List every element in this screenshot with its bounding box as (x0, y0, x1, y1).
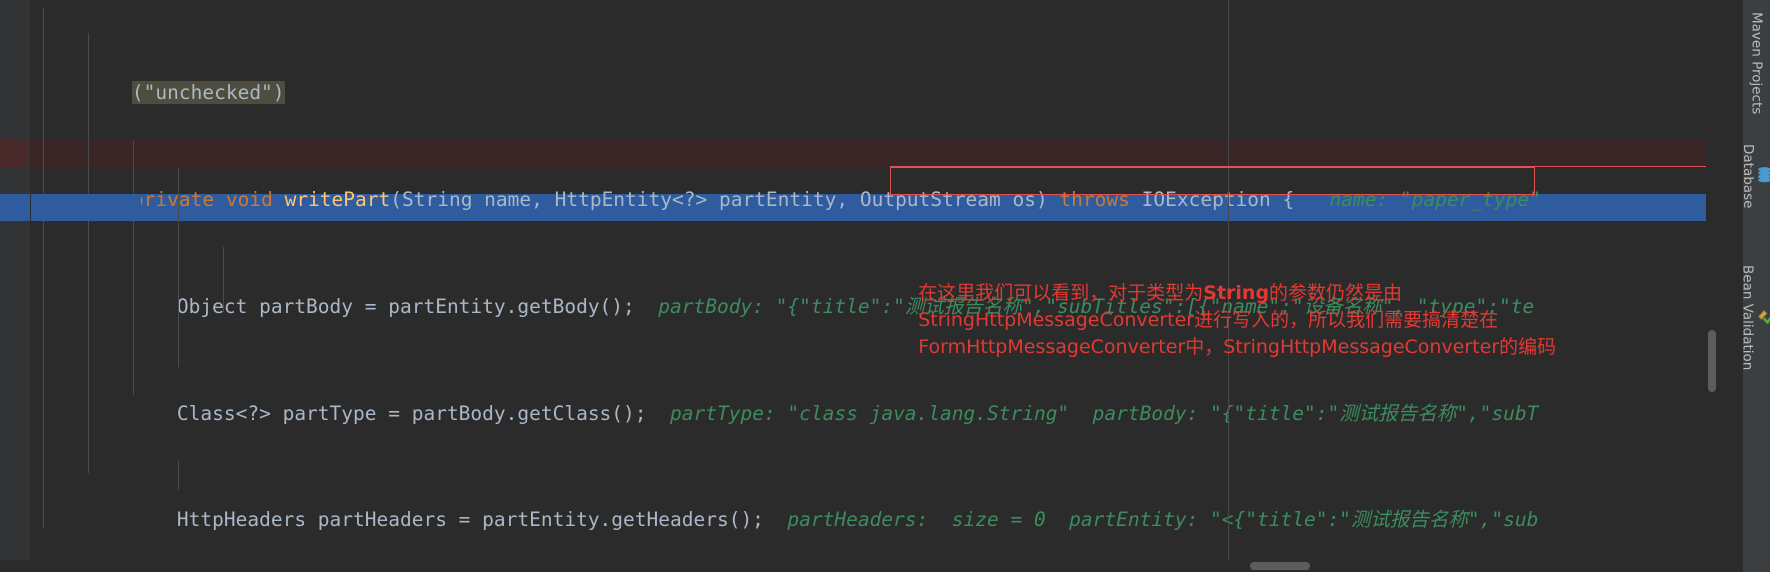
bean-validation-icon (1756, 306, 1770, 324)
indent-guide-6 (178, 460, 179, 490)
editor-gutter[interactable] (0, 0, 30, 572)
indent-guide-2 (88, 33, 89, 473)
tool-window-label: Bean Validation (1739, 264, 1756, 371)
code-token: HttpHeaders partHeaders = partEntity.get… (176, 508, 764, 532)
code-token: IOException { (1129, 187, 1295, 211)
annotation-text-3b: 中， (1185, 335, 1224, 358)
indent-guide-3 (133, 140, 134, 395)
code-editor[interactable]: ("unchecked") private void writePart(Str… (0, 0, 1718, 572)
tool-window-maven-projects[interactable]: Maven Projects (1749, 4, 1765, 114)
idea-window: ("unchecked") private void writePart(Str… (0, 0, 1770, 572)
editor-horizontal-scrollbar[interactable] (0, 560, 1718, 572)
code-token: writePart (284, 187, 391, 211)
database-icon (1756, 166, 1770, 183)
gutter-execution-band (0, 194, 30, 221)
annotation-text-3c: StringHttpMessageConverter (1223, 335, 1500, 358)
debug-inline-hint[interactable]: partType: "class java.lang.String" partB… (647, 402, 1538, 425)
gutter-execution-band-2 (31, 194, 141, 221)
tool-window-label: Database (1740, 144, 1756, 209)
editor-vertical-scrollbar[interactable] (1706, 0, 1718, 572)
scrollbar-thumb-horizontal[interactable] (1250, 562, 1310, 570)
code-token: (String name, HttpEntity<?> partEntity, … (390, 187, 1060, 211)
debug-inline-hint[interactable]: name: "paper_type" (1294, 188, 1540, 211)
code-token: void (225, 187, 273, 211)
debug-inline-hint[interactable]: partHeaders: size = 0 partEntity: "<{"ti… (764, 508, 1538, 531)
indent-guide-1 (43, 8, 44, 528)
code-line[interactable]: HttpHeaders partHeaders = partEntity.get… (0, 481, 1718, 531)
gutter-breakpoint-band (0, 140, 30, 167)
code-token: ("unchecked") (131, 81, 285, 105)
tool-window-database[interactable]: Database (1740, 136, 1770, 209)
gutter-separator (30, 0, 31, 572)
tool-window-bean-validation[interactable]: Bean Validation (1740, 257, 1770, 370)
indent-guide-5 (223, 247, 224, 312)
code-token: Class<?> partType = partBody.getClass(); (176, 401, 647, 425)
scrollbar-thumb-vertical[interactable] (1708, 330, 1716, 392)
hint-highlight-underline (890, 166, 1718, 167)
indent-guide-4 (178, 167, 179, 367)
code-line[interactable]: ("unchecked") (0, 53, 1718, 105)
annotation-text-3d: 的编码 (1499, 335, 1557, 358)
code-token: Object partBody = partEntity.getBody(); (176, 294, 635, 318)
code-token: private (131, 187, 215, 211)
code-token: throws (1059, 187, 1130, 211)
annotation-text-3a: FormHttpMessageConverter (918, 335, 1186, 358)
right-tool-window-bar[interactable]: Maven Projects Database Bean Validation (1740, 0, 1770, 572)
tool-window-label: Maven Projects (1748, 12, 1765, 115)
annotation-line-3: FormHttpMessageConverter中，StringHttpMess… (882, 307, 1556, 387)
code-line[interactable]: private void writePart(String name, Http… (0, 160, 1718, 211)
